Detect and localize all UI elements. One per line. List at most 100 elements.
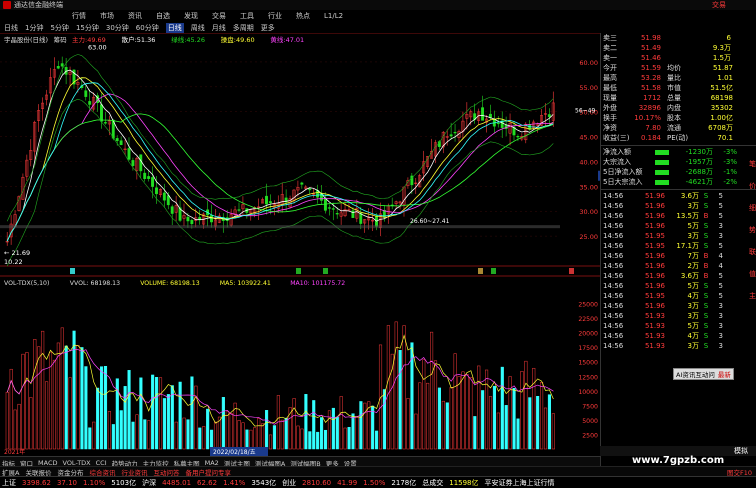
extension-tab-6[interactable]: 备用户提问专享 (185, 467, 231, 477)
menu-item-6[interactable]: 工具 (240, 11, 254, 21)
f10-button[interactable]: 图交F10 (727, 467, 752, 477)
extension-tabs: 扩展A 关联报价 资金分布 综合资讯 行业资讯 互动问答 备用户提问专享 图交F10 (0, 466, 756, 477)
flow-pct: -1% (723, 168, 737, 176)
tick-count: 4 (718, 262, 723, 270)
tick-price: 51.96 (644, 282, 665, 290)
tick-price: 51.95 (644, 292, 665, 300)
menu-item-5[interactable]: 交易 (212, 11, 226, 21)
period-tab-0[interactable]: 日线 (4, 23, 18, 33)
sz-index-label[interactable]: 沪深 (142, 478, 156, 488)
sh-index-label[interactable]: 上证 (2, 478, 16, 488)
tick-volume: 3万 (687, 312, 699, 320)
vol-tick-4: 15000 (578, 360, 598, 367)
low-label: ← 21.69 (4, 249, 30, 257)
vertical-tab-3[interactable]: 势 (749, 225, 756, 235)
vol-title: VOL-TDX(5,10) (4, 280, 49, 287)
tick-time: 14:56 (603, 312, 624, 320)
quote-row-3: 今开 51.59 均价 51.87 (601, 63, 756, 73)
period-tab-5[interactable]: 60分钟 (136, 23, 159, 33)
vertical-tab-2[interactable]: 细 (749, 203, 756, 213)
chart-area[interactable]: 宇晶股份(日线) 筹码 主力:49.69 散户:51.36 绿线:45.26 操盘:49.… (0, 32, 600, 478)
menu-item-3[interactable]: 自选 (156, 11, 170, 21)
period-tab-6[interactable]: 日线 (165, 22, 184, 33)
volume-bar (182, 417, 186, 450)
quote-value-2: 68198 (710, 94, 733, 102)
signal-marker-1[interactable] (296, 268, 301, 274)
cy-index-label[interactable]: 创业 (282, 478, 296, 488)
tick-count: 3 (718, 332, 723, 340)
trade-button[interactable]: 交易 (712, 0, 726, 10)
signal-marker-3[interactable] (478, 268, 483, 274)
flow-value: -4621万 (685, 178, 713, 186)
tick-row-12: 14:56 51.93 3万 S 3 (601, 311, 756, 321)
tick-price: 51.93 (644, 332, 665, 340)
menu-item-0[interactable]: 行情 (72, 11, 86, 21)
ai-news-popup[interactable]: AI资讯互动问 最新 (673, 368, 734, 380)
volume-bar (119, 410, 123, 450)
quote-label-2: 量比 (667, 74, 681, 82)
extension-tab-1[interactable]: 关联报价 (25, 467, 51, 477)
vertical-tab-1[interactable]: 价 (749, 181, 756, 191)
menu-item-7[interactable]: 行业 (268, 11, 282, 21)
signal-marker-4[interactable] (491, 268, 496, 274)
volume-bar (147, 420, 151, 450)
signal-marker-2[interactable] (323, 268, 328, 274)
simulate-button[interactable]: 模拟 (734, 446, 748, 456)
volume-bar (532, 367, 536, 450)
tick-time: 14:56 (603, 332, 624, 340)
quote-label: 收益(三) (603, 134, 630, 142)
vertical-tab-0[interactable]: 笔 (749, 159, 756, 169)
vol-tick-2: 20000 (578, 331, 598, 338)
menu-item-8[interactable]: 热点 (296, 11, 310, 21)
extension-tab-5[interactable]: 互动问答 (153, 467, 179, 477)
period-tab-4[interactable]: 30分钟 (106, 23, 129, 33)
menu-item-9[interactable]: L1/L2 (324, 12, 343, 20)
volume-bar (547, 394, 551, 450)
volume-bar (41, 330, 45, 450)
volume-bar (386, 325, 390, 450)
period-tab-8[interactable]: 月线 (212, 23, 226, 33)
volume-bar (300, 428, 304, 450)
flow-bar (655, 149, 669, 155)
tick-time: 14:56 (603, 242, 624, 250)
green-line-label: 绿线:45.26 (171, 35, 205, 44)
signal-marker-5[interactable] (569, 268, 574, 274)
volume-bar (272, 425, 276, 450)
volume-bar (5, 391, 9, 450)
volume-bar (508, 376, 512, 450)
period-tab-10[interactable]: 更多 (261, 23, 275, 33)
period-tab-7[interactable]: 周线 (191, 23, 205, 33)
period-tab-2[interactable]: 5分钟 (50, 23, 68, 33)
vol-tick-7: 7500 (582, 403, 598, 410)
extension-tab-3[interactable]: 综合资讯 (89, 467, 115, 477)
vertical-tab-6[interactable]: 主 (749, 291, 756, 301)
quote-label-2: 市值 (667, 84, 681, 92)
tick-count: 3 (718, 322, 723, 330)
signal-marker-0[interactable] (70, 268, 75, 274)
extension-tab-2[interactable]: 资金分布 (57, 467, 83, 477)
flow-pct: -3% (723, 158, 737, 166)
quote-volume: 1.5万 (712, 54, 731, 62)
vertical-tab-5[interactable]: 值 (749, 269, 756, 279)
volume-bar (64, 345, 68, 450)
volume-bar (60, 327, 64, 450)
volume-bar (111, 424, 115, 450)
extension-tab-4[interactable]: 行业资讯 (121, 467, 147, 477)
vertical-tab-4[interactable]: 联 (749, 247, 756, 257)
flow-value: -2688万 (685, 168, 713, 176)
volume-bar (37, 346, 41, 450)
kline-chart[interactable]: 宇晶股份(日线) 筹码 主力:49.69 散户:51.36 绿线:45.26 操盘:49.… (0, 32, 600, 456)
volume-bar (512, 388, 516, 450)
period-tab-3[interactable]: 15分钟 (76, 23, 99, 33)
menu-item-1[interactable]: 市场 (100, 11, 114, 21)
volume-bar (241, 422, 245, 450)
menu-item-2[interactable]: 资讯 (128, 11, 142, 21)
tick-count: 5 (718, 202, 723, 210)
volume-bar (308, 431, 312, 450)
period-tab-9[interactable]: 多周期 (233, 23, 254, 33)
menu-item-4[interactable]: 发现 (184, 11, 198, 21)
period-tab-1[interactable]: 1分钟 (25, 23, 43, 33)
tick-time: 14:56 (603, 272, 624, 280)
quote-value-2: 35302 (710, 104, 733, 112)
extension-tab-0[interactable]: 扩展A (2, 467, 19, 477)
